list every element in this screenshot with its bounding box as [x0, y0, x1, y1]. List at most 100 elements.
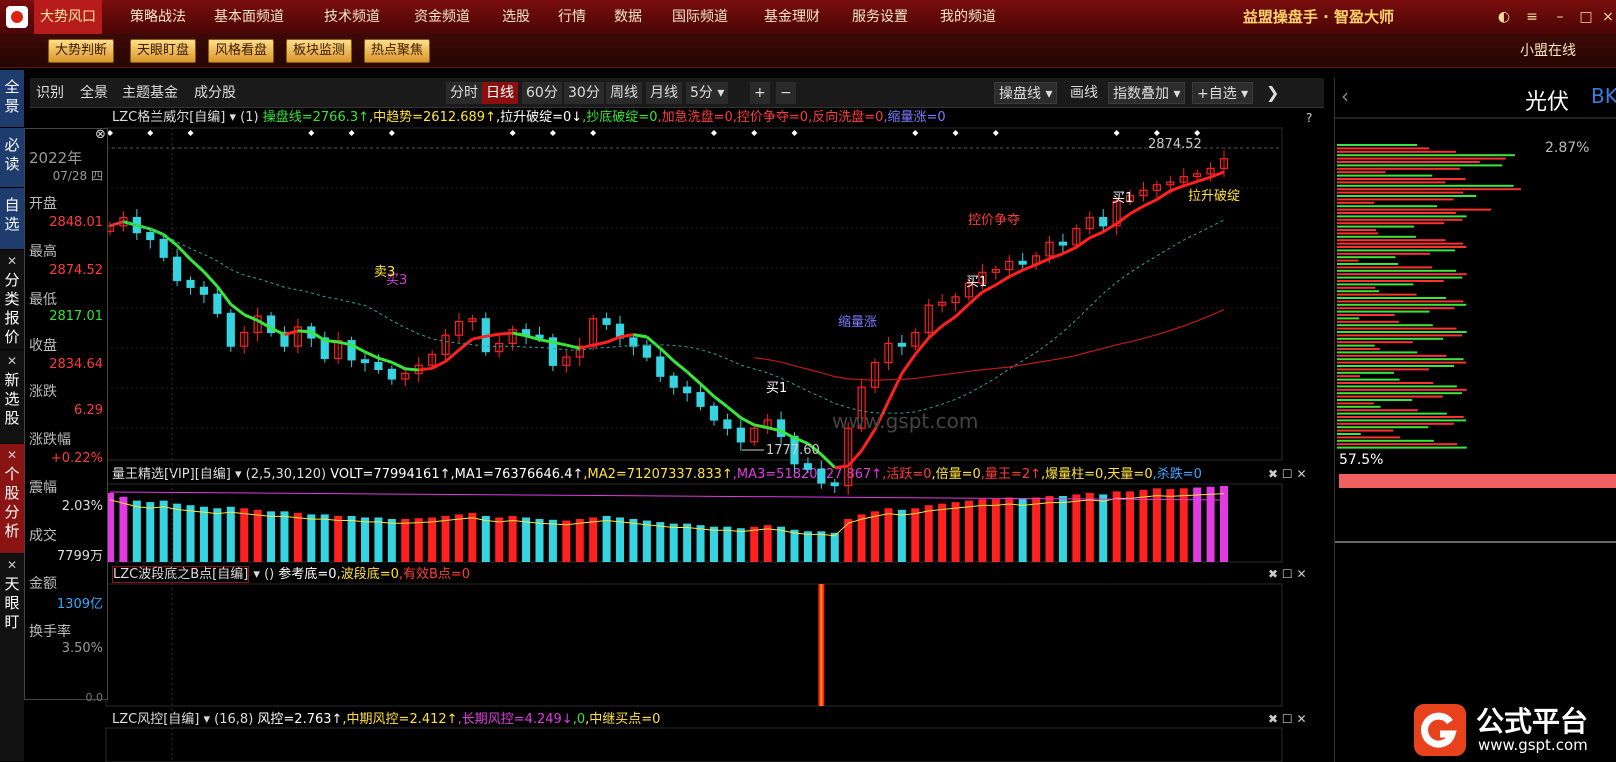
menu-shuju[interactable]: 数据: [608, 0, 648, 34]
signal-annotation: 拉升破绽: [1188, 189, 1240, 204]
vtab-bidu[interactable]: 必读: [0, 128, 24, 188]
period-zhou[interactable]: 周线: [606, 82, 642, 104]
vtab-gegu[interactable]: ✕ 个股分析: [0, 444, 24, 554]
menu-fuwu[interactable]: 服务设置: [846, 0, 914, 34]
period-rixian[interactable]: 日线: [482, 82, 518, 104]
info-change: 6.29: [74, 403, 103, 418]
close-icon[interactable]: ✕: [0, 252, 24, 271]
candle-body: [1139, 189, 1148, 197]
close-icon[interactable]: ✕: [0, 556, 24, 575]
tb-huaxian[interactable]: 画线: [1070, 78, 1098, 108]
candle-body: [1125, 195, 1135, 202]
operation-line-segment: [270, 326, 286, 337]
operation-line-segment: [753, 423, 768, 430]
tb-zhuti[interactable]: 主题基金: [122, 78, 178, 108]
collapse-icon[interactable]: ❯: [1266, 78, 1279, 108]
vol-indicator-value: ,活跃=0: [882, 467, 932, 482]
chip-bar: [1337, 205, 1438, 208]
zoom-out-button[interactable]: −: [776, 82, 796, 104]
wave-indicator-name[interactable]: LZC波段底之B点[自编]: [112, 566, 250, 583]
menu-jibenmian[interactable]: 基本面频道: [208, 0, 290, 34]
menu-wode[interactable]: 我的频道: [934, 0, 1002, 34]
menu-celue[interactable]: 策略战法: [124, 0, 192, 34]
vol-indicator-name[interactable]: 量王精选[VIP][自编]: [112, 467, 231, 482]
online-status[interactable]: 小盟在线: [1520, 34, 1576, 68]
zoom-in-button[interactable]: +: [750, 82, 770, 104]
panel-controls-icon[interactable]: ✖ ☐ ✕: [1268, 567, 1307, 581]
panel-controls-icon[interactable]: ✖ ☐ ✕: [1268, 712, 1307, 726]
close-icon[interactable]: ✕: [0, 446, 24, 465]
info-amp-label: 震幅: [29, 480, 57, 496]
signal-diamond: [710, 130, 717, 136]
tb-quanjing[interactable]: 全景: [80, 78, 108, 108]
signal-diamond: [1194, 130, 1201, 136]
btn-redian[interactable]: 热点聚焦: [364, 39, 431, 63]
vtab-xinxuangu[interactable]: ✕ 新选股: [0, 350, 24, 444]
risk-indicator-name[interactable]: LZC风控[自编]: [112, 712, 199, 727]
signal-diamond: [1113, 130, 1120, 136]
menu-icon[interactable]: ≡: [1524, 9, 1540, 25]
skin-icon[interactable]: ◐: [1496, 9, 1512, 25]
btn-fengge[interactable]: 风格看盘: [208, 39, 275, 63]
volume-bar: [911, 508, 920, 562]
period-5fen[interactable]: 5分 ▾: [686, 82, 729, 104]
period-30[interactable]: 30分: [564, 82, 604, 104]
volume-bar: [280, 511, 289, 562]
info-high: 2874.52: [49, 263, 103, 278]
candle-body: [1193, 173, 1202, 178]
close-icon[interactable]: ✕: [0, 352, 24, 371]
tb-zixuan[interactable]: +自选 ▾: [1192, 82, 1254, 104]
chip-bar: [1337, 378, 1400, 381]
main-indicator-name[interactable]: LZC格兰威尔[自编]: [112, 110, 225, 125]
candle-body: [226, 312, 235, 347]
vtab-tianyan[interactable]: ✕ 天眼盯: [0, 554, 24, 762]
chip-bar: [1337, 303, 1467, 306]
vol-panel-title: 量王精选[VIP][自编] ▾ (2,5,30,120) VOLT=779941…: [112, 467, 1202, 482]
btn-bankuai[interactable]: 板块监测: [286, 39, 353, 63]
panel-controls-icon[interactable]: ✖ ☐ ✕: [1268, 467, 1307, 481]
help-icon[interactable]: ?: [1306, 111, 1312, 125]
menu-jijin[interactable]: 基金理财: [758, 0, 826, 34]
menu-zijin[interactable]: 资金频道: [408, 0, 476, 34]
chip-bar: [1337, 334, 1463, 337]
operation-line-segment: [405, 367, 419, 372]
period-fenshi[interactable]: 分时: [446, 82, 482, 104]
menu-dashi[interactable]: 大势风口: [34, 0, 102, 34]
volume-bar: [213, 508, 222, 562]
menu-jishu[interactable]: 技术频道: [318, 0, 386, 34]
chip-bar: [1337, 409, 1418, 412]
tb-chengfen[interactable]: 成分股: [194, 78, 236, 108]
volume-bar: [481, 515, 490, 562]
menu-xuangu[interactable]: 选股: [496, 0, 536, 34]
btn-dashi-panduan[interactable]: 大势判断: [48, 39, 115, 63]
info-pct: +0.22%: [50, 451, 103, 466]
operation-line-segment: [726, 405, 742, 419]
vol-indicator-value: VOLT=77994161↑: [330, 467, 451, 482]
risk-panel-title: LZC风控[自编] ▾ (16,8) 风控=2.763↑,中期风控=2.412↑…: [112, 712, 661, 727]
tb-shibie[interactable]: 识别: [36, 78, 64, 108]
risk-indicator-value: ,中继买点=0: [585, 712, 661, 727]
kline-chart[interactable]: 2874.521777.60www.gspt.com买3卖3买1控价争夺买1买1…: [30, 78, 1324, 762]
volume-bar: [978, 499, 987, 562]
chip-bar: [1337, 201, 1375, 204]
wave-b-spike-core: [820, 584, 823, 706]
menu-guoji[interactable]: 国际频道: [666, 0, 734, 34]
info-close-icon[interactable]: ⊗: [95, 127, 106, 142]
close-icon[interactable]: ×: [1600, 9, 1616, 25]
period-yue[interactable]: 月线: [646, 82, 682, 104]
tb-zhishu[interactable]: 指数叠加 ▾: [1108, 82, 1186, 104]
vtab-fenlei[interactable]: ✕ 分类报价: [0, 250, 24, 350]
tb-caopanxian[interactable]: 操盘线 ▾: [994, 82, 1058, 104]
info-change-label: 涨跌: [29, 384, 57, 400]
menu-hangqing[interactable]: 行情: [552, 0, 592, 34]
risk-indicator-value: 风控=2.763↑: [257, 712, 343, 727]
vtab-zixuan[interactable]: 自选: [0, 188, 24, 250]
volume-bar: [1045, 495, 1054, 562]
period-60[interactable]: 60分: [522, 82, 562, 104]
volume-bar: [991, 499, 1000, 562]
minimize-icon[interactable]: –: [1552, 9, 1568, 25]
operation-line-segment: [1129, 204, 1145, 216]
vtab-quanjing[interactable]: 全景: [0, 70, 24, 128]
maximize-icon[interactable]: □: [1578, 9, 1594, 25]
btn-tianyan[interactable]: 天眼盯盘: [130, 39, 197, 63]
